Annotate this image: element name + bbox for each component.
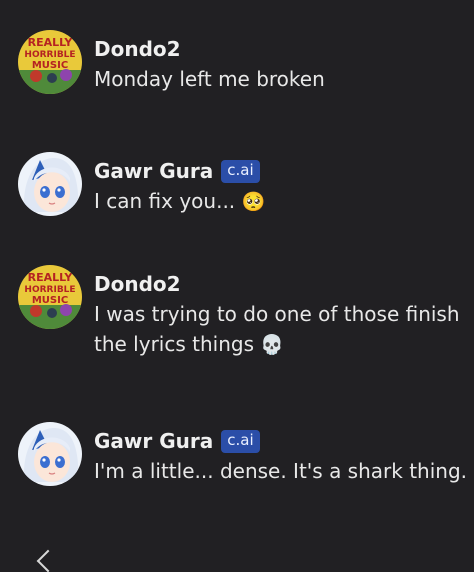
avatar-label-2: HORRIBLE [24,285,75,295]
message-text: I can fix you... 🥺 [94,189,266,213]
avatar-label-3: MUSIC [32,295,68,306]
message-3[interactable]: REALLY HORRIBLE MUSIC Dondo2 I was tryin… [18,265,468,360]
dondo2-avatar[interactable]: REALLY HORRIBLE MUSIC [18,30,82,94]
author-name: Dondo2 [94,272,181,296]
dondo2-avatar[interactable]: REALLY HORRIBLE MUSIC [18,265,82,329]
back-chevron-icon[interactable] [36,549,60,572]
cai-badge: c.ai [221,429,260,453]
skull-emoji-icon: 💀 [260,334,285,356]
author-name: Gawr Gura [94,159,214,183]
gawr-gura-avatar[interactable] [18,152,82,216]
gawr-gura-avatar[interactable] [18,422,82,486]
message-4[interactable]: Gawr Gura c.ai I'm a little... dense. It… [18,422,468,486]
avatar-label-3: MUSIC [32,60,68,71]
avatar-label-1: REALLY [28,36,74,49]
author-name: Gawr Gura [94,429,214,453]
pleading-face-emoji-icon: 🥺 [241,191,266,213]
message-text: I was trying to do one of those finish t… [94,302,460,356]
avatar-label-2: HORRIBLE [24,50,75,60]
message-1[interactable]: REALLY HORRIBLE MUSIC Dondo2 Monday left… [18,30,468,94]
author-name: Dondo2 [94,37,181,61]
cai-badge: c.ai [221,159,260,183]
message-text: I'm a little... dense. It's a shark thin… [94,459,467,483]
message-2[interactable]: Gawr Gura c.ai I can fix you... 🥺 [18,152,468,217]
avatar-label-1: REALLY [28,271,74,284]
message-text: Monday left me broken [94,67,325,91]
